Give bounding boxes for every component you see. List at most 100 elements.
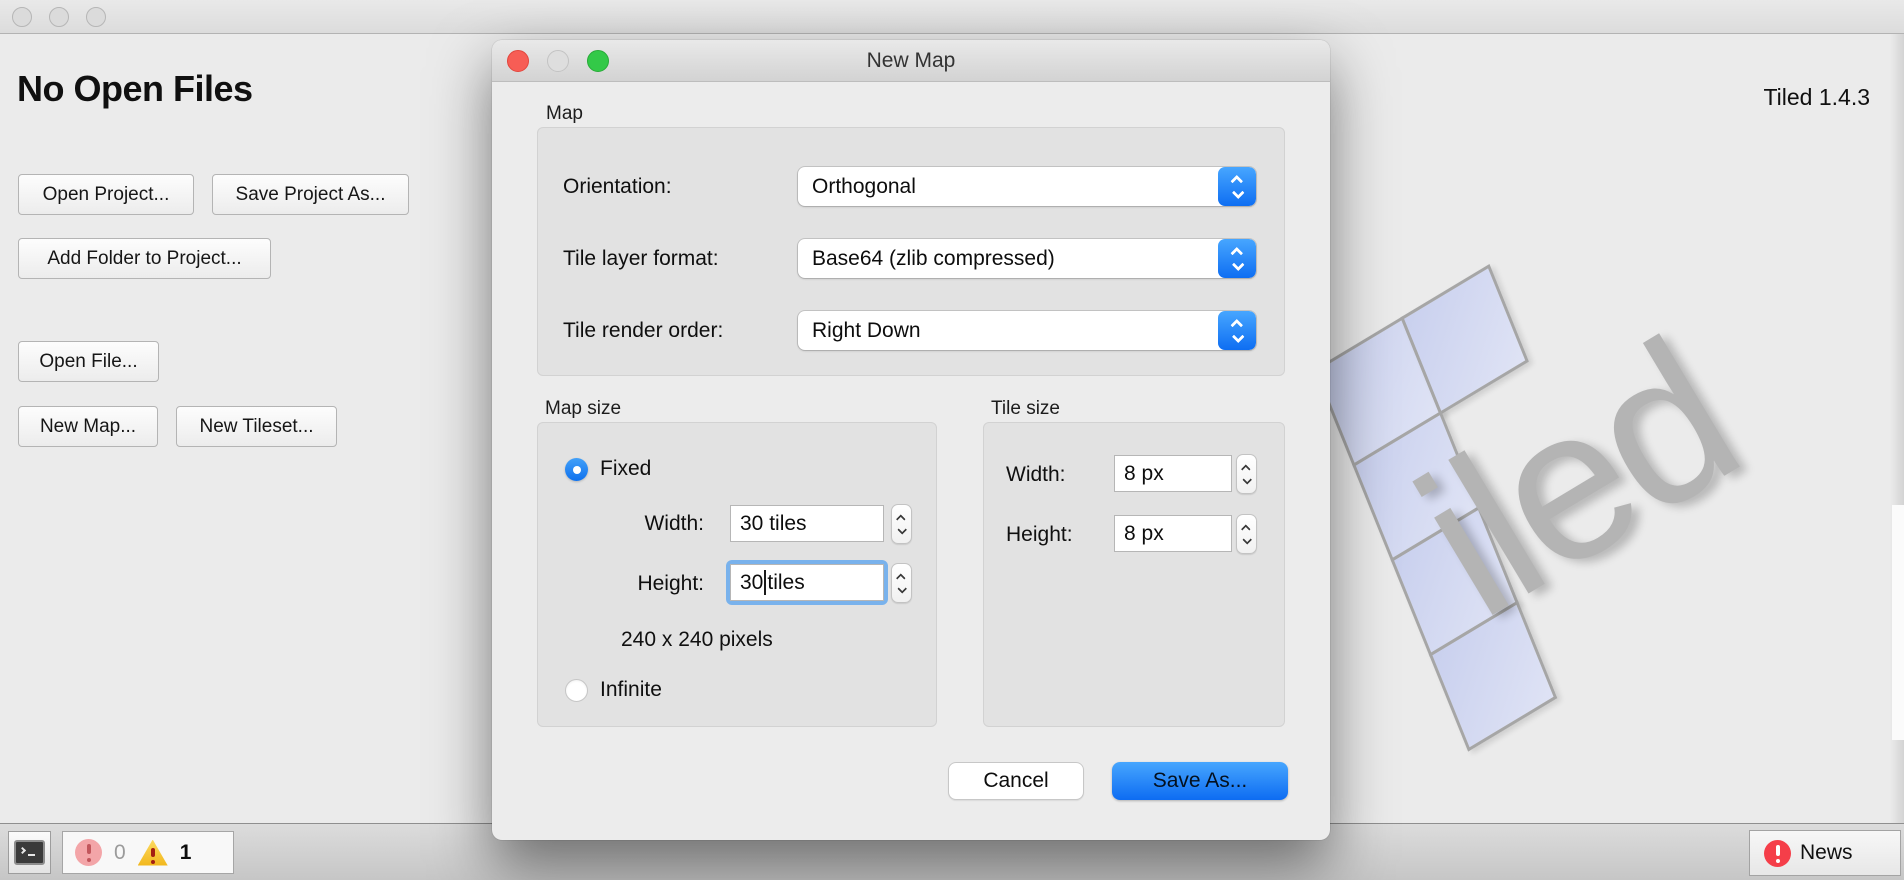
orientation-value: Orthogonal <box>798 167 1218 206</box>
map-height-focus-ring: 30tiles <box>726 560 888 605</box>
logo-tile <box>1313 316 1442 467</box>
save-as-button[interactable]: Save As... <box>1112 762 1288 800</box>
clipped-content-edge <box>1892 505 1904 740</box>
tile-layer-format-select[interactable]: Base64 (zlib compressed) <box>798 239 1256 278</box>
news-badge-icon <box>1764 840 1791 867</box>
combo-arrows-icon <box>1218 311 1256 350</box>
orientation-label: Orientation: <box>563 167 672 206</box>
tile-size-group-label: Tile size <box>991 398 1060 420</box>
orientation-select[interactable]: Orthogonal <box>798 167 1256 206</box>
page-title: No Open Files <box>17 68 253 110</box>
cancel-label: Cancel <box>983 769 1048 793</box>
tile-height-stepper[interactable] <box>1236 514 1257 554</box>
map-width-input[interactable]: 30 tiles <box>730 505 884 542</box>
tile-width-input[interactable]: 8 px <box>1114 455 1232 492</box>
tile-render-order-label: Tile render order: <box>563 311 723 350</box>
infinite-radio[interactable] <box>565 679 588 702</box>
map-width-label: Width: <box>538 512 704 536</box>
stepper-down-icon <box>1242 474 1252 484</box>
combo-arrows-icon <box>1218 239 1256 278</box>
pixel-size-summary: 240 x 240 pixels <box>621 628 773 652</box>
console-toggle-button[interactable] <box>8 831 51 874</box>
logo-tile <box>1390 505 1519 656</box>
dialog-close-button[interactable] <box>507 50 529 72</box>
warning-count: 1 <box>180 841 192 865</box>
stepper-down-icon <box>1242 534 1252 544</box>
tiled-logo-tiles-icon <box>1315 266 1641 749</box>
stepper-up-icon <box>896 514 906 524</box>
news-label: News <box>1800 841 1853 865</box>
open-file-button[interactable]: Open File... <box>18 341 159 382</box>
app-window: No Open Files Tiled 1.4.3 Open Project..… <box>0 0 1904 880</box>
cancel-button[interactable]: Cancel <box>948 762 1084 800</box>
new-map-dialog: New Map Map Orientation: Orthogonal Tile… <box>492 40 1330 840</box>
tile-width-value: 8 px <box>1124 462 1164 486</box>
infinite-radio-label: Infinite <box>600 678 662 702</box>
dialog-zoom-button[interactable] <box>587 50 609 72</box>
tile-render-order-select[interactable]: Right Down <box>798 311 1256 350</box>
map-height-value: 30 <box>740 571 763 595</box>
new-tileset-label: New Tileset... <box>199 416 313 438</box>
tiled-logo-watermark: iled <box>1255 300 1904 820</box>
error-icon <box>75 839 102 866</box>
stepper-up-icon <box>1241 524 1251 534</box>
stepper-down-icon <box>897 524 907 534</box>
news-button[interactable]: News <box>1749 830 1901 876</box>
map-height-input[interactable]: 30tiles <box>730 564 884 601</box>
add-folder-label: Add Folder to Project... <box>47 248 241 270</box>
map-group-box: Orientation: Orthogonal Tile layer forma… <box>537 127 1285 376</box>
map-height-suffix: tiles <box>767 571 804 595</box>
map-width-suffix: tiles <box>763 512 806 536</box>
stepper-down-icon <box>897 583 907 593</box>
open-project-button[interactable]: Open Project... <box>18 174 194 215</box>
dialog-titlebar: New Map <box>492 40 1330 82</box>
map-height-label: Height: <box>538 572 704 596</box>
open-file-label: Open File... <box>39 351 137 373</box>
zoom-button[interactable] <box>86 7 106 27</box>
logo-tile <box>1428 600 1557 751</box>
tile-width-label: Width: <box>1006 463 1066 487</box>
map-group-label: Map <box>546 103 583 125</box>
combo-arrows-icon <box>1218 167 1256 206</box>
fixed-radio-label: Fixed <box>600 457 651 481</box>
orientation-row: Orientation: Orthogonal <box>538 167 1284 206</box>
terminal-icon <box>14 840 45 865</box>
map-width-stepper[interactable] <box>891 504 912 544</box>
tile-height-label: Height: <box>1006 523 1073 547</box>
tile-size-group-box: Width: 8 px Height: 8 px <box>983 422 1285 727</box>
stepper-up-icon <box>896 573 906 583</box>
tiled-logo-text: iled <box>1378 293 1772 666</box>
tile-width-stepper[interactable] <box>1236 454 1257 494</box>
stepper-up-icon <box>1241 464 1251 474</box>
logo-tile <box>1400 264 1529 415</box>
new-map-button[interactable]: New Map... <box>18 406 158 447</box>
tile-layer-format-label: Tile layer format: <box>563 239 719 278</box>
save-as-label: Save As... <box>1153 769 1248 793</box>
fixed-radio[interactable] <box>565 458 588 481</box>
map-height-stepper[interactable] <box>891 563 912 603</box>
warning-icon <box>138 840 168 866</box>
tile-layer-format-row: Tile layer format: Base64 (zlib compress… <box>538 239 1284 278</box>
open-project-label: Open Project... <box>43 184 170 206</box>
add-folder-to-project-button[interactable]: Add Folder to Project... <box>18 238 271 279</box>
new-map-label: New Map... <box>40 416 136 438</box>
tile-layer-format-value: Base64 (zlib compressed) <box>798 239 1218 278</box>
main-titlebar <box>0 0 1904 34</box>
issues-counter-button[interactable]: 0 1 <box>62 831 234 874</box>
tile-height-input[interactable]: 8 px <box>1114 515 1232 552</box>
close-button[interactable] <box>12 7 32 27</box>
map-size-group-label: Map size <box>545 398 621 420</box>
text-cursor <box>764 570 766 595</box>
logo-tile <box>1351 411 1480 562</box>
dialog-title: New Map <box>492 40 1330 82</box>
error-count: 0 <box>114 841 126 865</box>
new-tileset-button[interactable]: New Tileset... <box>176 406 337 447</box>
dialog-minimize-button[interactable] <box>547 50 569 72</box>
tile-height-value: 8 px <box>1124 522 1164 546</box>
map-size-group-box: Fixed Width: 30 tiles Height: 30tiles 24… <box>537 422 937 727</box>
minimize-button[interactable] <box>49 7 69 27</box>
save-project-as-label: Save Project As... <box>236 184 386 206</box>
map-width-value: 30 <box>740 512 763 536</box>
save-project-as-button[interactable]: Save Project As... <box>212 174 409 215</box>
version-label: Tiled 1.4.3 <box>1763 84 1870 111</box>
